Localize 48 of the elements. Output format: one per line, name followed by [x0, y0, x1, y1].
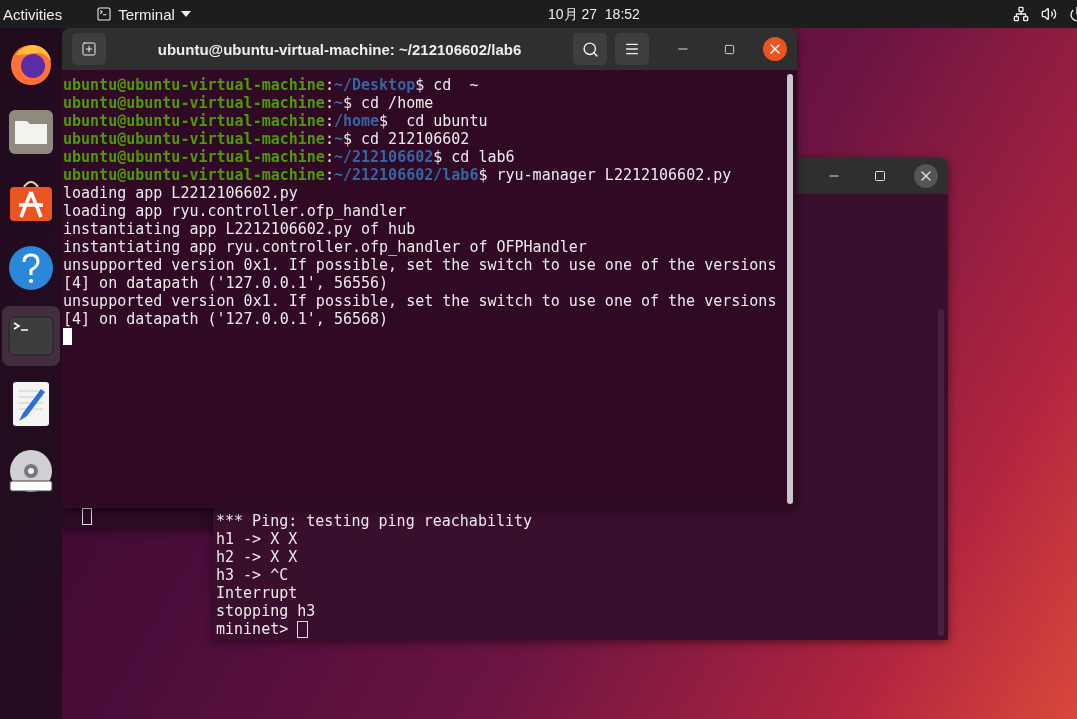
- terminal-line: ubuntu@ubuntu-virtual-machine:/home$ cd ubuntu: [63, 112, 488, 130]
- terminal-line: ubuntu@ubuntu-virtual-machine:~$ cd 212106602: [63, 130, 470, 148]
- text-cursor: [82, 508, 92, 525]
- new-tab-button[interactable]: [72, 33, 106, 65]
- network-icon[interactable]: [1013, 6, 1029, 22]
- terminal-icon: [96, 6, 113, 22]
- terminal-line: h3 -> ^C: [216, 566, 289, 584]
- terminal-line: h2 -> X X: [216, 548, 298, 566]
- terminal-line: loading app ryu.controller.ofp_handler: [63, 202, 407, 220]
- search-button[interactable]: [573, 33, 607, 65]
- text-editor-icon: [11, 381, 51, 427]
- folder-icon: [8, 109, 54, 155]
- close-button[interactable]: [763, 37, 787, 61]
- terminal-line: unsupported version 0x1. If possible, set the switch to use one of the versions: [63, 292, 777, 310]
- terminal-line: mininet>: [216, 620, 309, 638]
- close-button[interactable]: [914, 164, 938, 188]
- terminal-line: [4] on datapath ('127.0.0.1', 56568): [63, 310, 389, 328]
- window-title: ubuntu@ubuntu-virtual-machine: ~/212106602/lab6: [156, 40, 523, 58]
- terminal-line: instantiating app ryu.controller.ofp_handler of OFPHandler: [63, 238, 587, 256]
- terminal-line: loading app L2212106602.py: [63, 184, 298, 202]
- volume-icon[interactable]: [1041, 6, 1057, 22]
- terminal-line: instantiating app L2212106602.py of hub: [63, 220, 416, 238]
- clock[interactable]: 10月 27 18:52: [548, 6, 640, 24]
- terminal-line: h1 -> X X: [216, 530, 298, 548]
- scrollbar[interactable]: [787, 74, 793, 504]
- app-menu[interactable]: Terminal: [96, 5, 191, 23]
- maximize-icon: [874, 170, 886, 182]
- plus-icon: [81, 41, 97, 57]
- terminal-line: Interrupt: [216, 584, 298, 602]
- terminal-line: ubuntu@ubuntu-virtual-machine:~/212106602$ cd lab6: [63, 148, 515, 166]
- terminal-line: unsupported version 0x1. If possible, set the switch to use one of the versions: [63, 256, 777, 274]
- terminal-line: ubuntu@ubuntu-virtual-machine:~/Desktop$ cd ~: [63, 76, 479, 94]
- help-icon: [8, 245, 54, 291]
- terminal-line: stopping h3: [216, 602, 316, 620]
- maximize-icon: [723, 43, 735, 55]
- terminal-line: *** Ping: testing ping reachability: [216, 512, 533, 530]
- search-icon: [581, 40, 599, 58]
- terminal-line: ubuntu@ubuntu-virtual-machine:~$ cd /home: [63, 94, 434, 112]
- caret-icon: [180, 11, 191, 17]
- terminal-icon: [8, 316, 54, 356]
- menu-button[interactable]: [615, 33, 649, 65]
- text-cursor: [297, 620, 309, 638]
- terminal-line: ubuntu@ubuntu-virtual-machine:~/212106602/lab6$ ryu-manager L2212106602.py: [63, 166, 732, 184]
- menu-icon: [624, 41, 640, 57]
- text-cursor: [63, 328, 72, 345]
- activities-button[interactable]: Activities: [3, 5, 63, 23]
- dvd-disc-icon: [8, 449, 54, 495]
- terminal-line: [4] on datapath ('127.0.0.1', 56556): [63, 274, 389, 292]
